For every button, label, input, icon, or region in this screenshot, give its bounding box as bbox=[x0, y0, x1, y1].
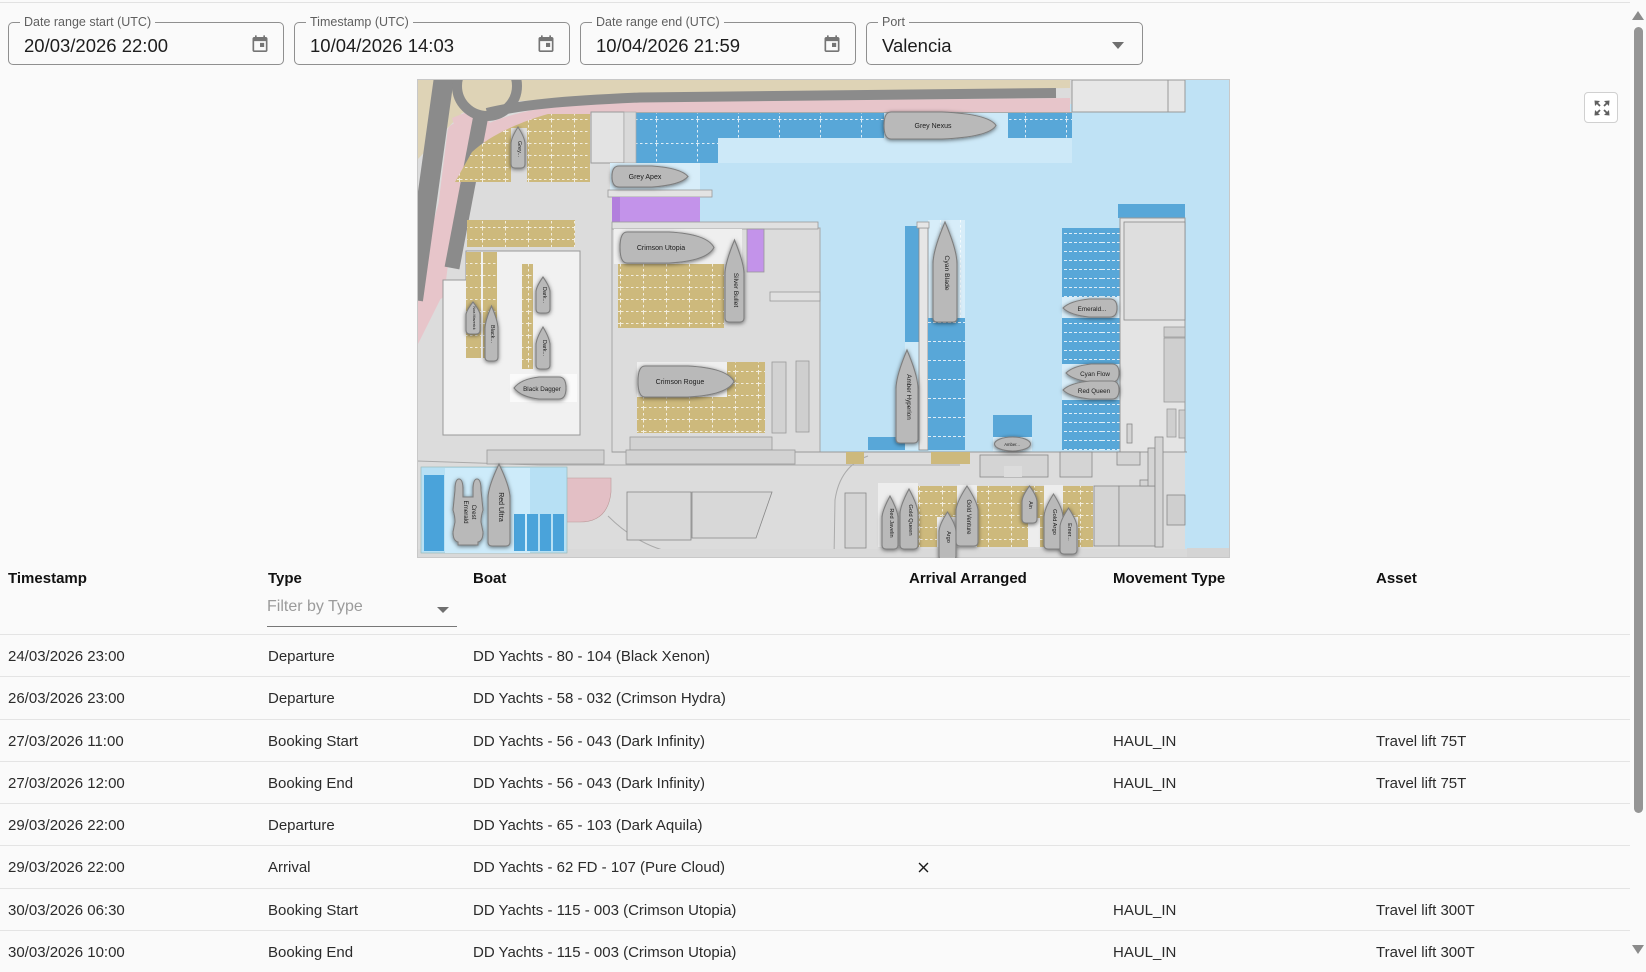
svg-text:Cyan Blade: Cyan Blade bbox=[943, 255, 950, 290]
svg-text:Ain: Ain bbox=[1027, 501, 1033, 509]
svg-text:Noa Maverick: Noa Maverick bbox=[472, 306, 476, 329]
svg-text:Emerald: Emerald bbox=[462, 500, 469, 524]
svg-text:Argo: Argo bbox=[945, 531, 951, 543]
svg-text:Red Queen: Red Queen bbox=[1078, 388, 1111, 395]
svg-text:Black...: Black... bbox=[489, 325, 495, 344]
svg-text:Black Dagger: Black Dagger bbox=[523, 386, 561, 393]
svg-text:Crimson Rogue: Crimson Rogue bbox=[656, 379, 705, 386]
svg-text:Grey Nexus: Grey Nexus bbox=[915, 123, 952, 130]
svg-text:Grey...: Grey... bbox=[516, 141, 522, 158]
svg-text:Amber Hyperion: Amber Hyperion bbox=[905, 374, 912, 420]
svg-text:Silver Bullet: Silver Bullet bbox=[732, 273, 739, 308]
svg-text:Emerald...: Emerald... bbox=[1078, 306, 1107, 313]
svg-text:Emer...: Emer... bbox=[1066, 523, 1072, 541]
svg-text:Gold Argo: Gold Argo bbox=[1051, 509, 1057, 535]
svg-text:Gold Queen: Gold Queen bbox=[907, 504, 913, 535]
svg-text:Dark...: Dark... bbox=[541, 287, 547, 304]
svg-text:Red Javelin: Red Javelin bbox=[888, 508, 894, 537]
svg-text:Dark...: Dark... bbox=[541, 340, 547, 357]
svg-text:Crest: Crest bbox=[470, 505, 477, 520]
svg-text:Red Ultra: Red Ultra bbox=[497, 492, 504, 522]
svg-text:Crimson Utopia: Crimson Utopia bbox=[637, 245, 685, 252]
svg-text:Grey Apex: Grey Apex bbox=[629, 174, 662, 181]
svg-text:Cyan Flow: Cyan Flow bbox=[1080, 371, 1110, 378]
svg-text:Amber...: Amber... bbox=[1004, 442, 1020, 447]
svg-text:Gold Venture: Gold Venture bbox=[965, 499, 971, 535]
